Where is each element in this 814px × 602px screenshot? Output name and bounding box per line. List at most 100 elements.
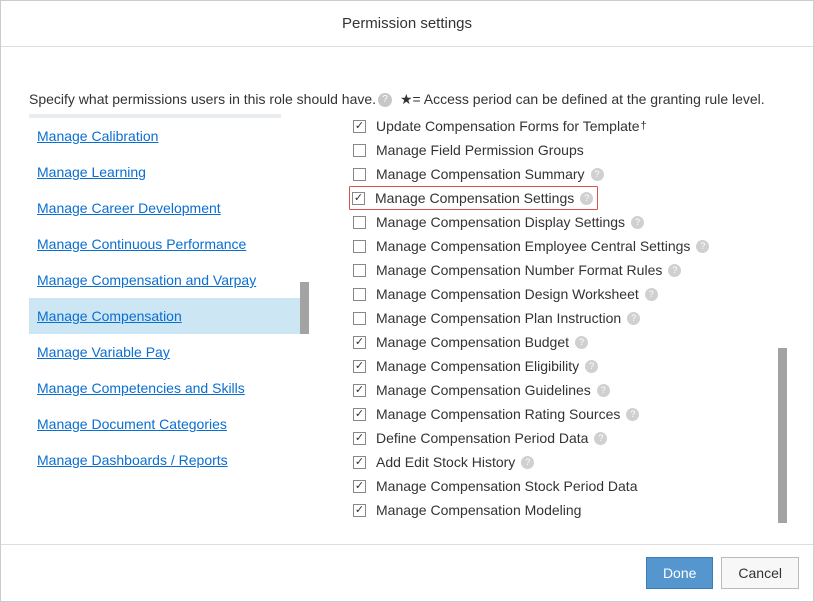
sidebar-item-label: Manage Calibration xyxy=(37,128,158,144)
permission-checkbox[interactable] xyxy=(353,360,366,373)
permission-row: Add Edit Stock History? xyxy=(353,450,787,474)
category-sidebar: Manage Calibration Manage Learning Manage … xyxy=(29,114,309,544)
permission-label: Manage Compensation Stock Period Data xyxy=(376,478,637,494)
permission-row: Manage Field Permission Groups xyxy=(353,138,787,162)
permission-label: Update Compensation Forms for Template xyxy=(376,118,640,134)
sidebar-item[interactable]: Manage Competencies and Skills xyxy=(29,370,309,406)
permission-checkbox[interactable] xyxy=(353,384,366,397)
done-button[interactable]: Done xyxy=(646,557,713,589)
sidebar-item-label: Manage Compensation and Varpay xyxy=(37,272,256,288)
permission-label: Manage Compensation Eligibility xyxy=(376,358,579,374)
sidebar-item-label: Manage Compensation xyxy=(37,308,182,324)
permission-row: Manage Compensation Modeling xyxy=(353,498,787,522)
category-list: Manage Calibration Manage Learning Manage … xyxy=(29,118,309,478)
help-icon[interactable]: ? xyxy=(575,336,588,349)
permission-label: Manage Compensation Budget xyxy=(376,334,569,350)
permission-row: Manage Compensation Plan Instruction? xyxy=(353,306,787,330)
permission-row: Manage Compensation Budget? xyxy=(353,330,787,354)
permission-label: Manage Compensation Rating Sources xyxy=(376,406,620,422)
permission-label: Manage Field Permission Groups xyxy=(376,142,584,158)
permission-row: Update Compensation Forms for Template† xyxy=(353,114,787,138)
permission-checkbox[interactable] xyxy=(353,144,366,157)
dialog-title: Permission settings xyxy=(1,1,813,47)
permissions-scrollbar[interactable] xyxy=(778,348,787,523)
permission-label: Manage Compensation Modeling xyxy=(376,502,581,518)
sidebar-item-label: Manage Document Categories xyxy=(37,416,227,432)
dialog-footer: Done Cancel xyxy=(1,544,813,601)
sidebar-item[interactable]: Manage Compensation and Varpay xyxy=(29,262,309,298)
permission-label: Manage Compensation Employee Central Set… xyxy=(376,238,690,254)
help-icon[interactable]: ? xyxy=(378,93,392,107)
help-icon[interactable]: ? xyxy=(585,360,598,373)
help-icon[interactable]: ? xyxy=(591,168,604,181)
permission-checkbox[interactable] xyxy=(353,168,366,181)
permission-checkbox[interactable] xyxy=(353,480,366,493)
help-icon[interactable]: ? xyxy=(597,384,610,397)
permission-label: Manage Compensation Number Format Rules xyxy=(376,262,662,278)
permission-row: Manage Compensation Number Format Rules? xyxy=(353,258,787,282)
permission-row: Manage Compensation Summary? xyxy=(353,162,787,186)
permission-row: Manage Compensation Eligibility? xyxy=(353,354,787,378)
help-icon[interactable]: ? xyxy=(580,192,593,205)
sidebar-item-label: Manage Career Development xyxy=(37,200,221,216)
permission-settings-dialog: Permission settings Specify what permiss… xyxy=(0,0,814,602)
permission-checkbox[interactable] xyxy=(353,336,366,349)
permission-row: Manage Compensation Design Worksheet? xyxy=(353,282,787,306)
permission-label: Manage Compensation Settings xyxy=(375,190,574,206)
sidebar-item[interactable]: Manage Calibration xyxy=(29,118,309,154)
permission-checkbox[interactable] xyxy=(353,408,366,421)
permission-label: Manage Compensation Guidelines xyxy=(376,382,591,398)
sidebar-item-label: Manage Variable Pay xyxy=(37,344,170,360)
instruction-text: Specify what permissions users in this r… xyxy=(29,91,787,108)
help-icon[interactable]: ? xyxy=(594,432,607,445)
sidebar-item[interactable]: Manage Dashboards / Reports xyxy=(29,442,309,478)
instruction-prefix: Specify what permissions users in this r… xyxy=(29,91,376,107)
permission-checkbox[interactable] xyxy=(353,216,366,229)
instruction-suffix: ★= Access period can be defined at the g… xyxy=(396,91,765,107)
permission-checkbox[interactable] xyxy=(353,432,366,445)
help-icon[interactable]: ? xyxy=(668,264,681,277)
help-icon[interactable]: ? xyxy=(631,216,644,229)
permission-checkbox[interactable] xyxy=(353,312,366,325)
sidebar-item-label: Manage Continuous Performance xyxy=(37,236,246,252)
permission-label: Define Compensation Period Data xyxy=(376,430,588,446)
dagger-icon: † xyxy=(641,120,647,132)
permission-checkbox[interactable] xyxy=(353,240,366,253)
permissions-panel: Update Compensation Forms for Template† M… xyxy=(309,114,787,544)
permission-label: Manage Compensation Summary xyxy=(376,166,585,182)
sidebar-item[interactable]: Manage Career Development xyxy=(29,190,309,226)
help-icon[interactable]: ? xyxy=(626,408,639,421)
sidebar-item[interactable]: Manage Compensation xyxy=(29,298,309,334)
permission-checkbox[interactable] xyxy=(353,264,366,277)
permission-row: Manage Compensation Employee Central Set… xyxy=(353,234,787,258)
sidebar-item[interactable]: Manage Variable Pay xyxy=(29,334,309,370)
sidebar-scrollbar[interactable] xyxy=(300,282,309,334)
help-icon[interactable]: ? xyxy=(696,240,709,253)
sidebar-item[interactable]: Manage Learning xyxy=(29,154,309,190)
permission-row: Manage Compensation Settings? xyxy=(349,186,598,210)
permission-checkbox[interactable] xyxy=(352,192,365,205)
permission-row: Manage Compensation Rating Sources? xyxy=(353,402,787,426)
permission-row: Manage Compensation Guidelines? xyxy=(353,378,787,402)
sidebar-item[interactable]: Manage Continuous Performance xyxy=(29,226,309,262)
permission-row: Manage Compensation Display Settings? xyxy=(353,210,787,234)
help-icon[interactable]: ? xyxy=(645,288,658,301)
permission-label: Add Edit Stock History xyxy=(376,454,515,470)
sidebar-item-label: Manage Dashboards / Reports xyxy=(37,452,228,468)
dialog-body: Specify what permissions users in this r… xyxy=(1,47,813,544)
sidebar-item-label: Manage Competencies and Skills xyxy=(37,380,245,396)
permission-checkbox[interactable] xyxy=(353,456,366,469)
permissions-list: Update Compensation Forms for Template† M… xyxy=(353,114,787,522)
permission-label: Manage Compensation Plan Instruction xyxy=(376,310,621,326)
help-icon[interactable]: ? xyxy=(521,456,534,469)
permission-checkbox[interactable] xyxy=(353,120,366,133)
sidebar-item-label: Manage Learning xyxy=(37,164,146,180)
help-icon[interactable]: ? xyxy=(627,312,640,325)
permission-checkbox[interactable] xyxy=(353,288,366,301)
cancel-button[interactable]: Cancel xyxy=(721,557,799,589)
permission-checkbox[interactable] xyxy=(353,504,366,517)
permission-label: Manage Compensation Design Worksheet xyxy=(376,286,639,302)
permission-row: Manage Compensation Stock Period Data xyxy=(353,474,787,498)
sidebar-item[interactable]: Manage Document Categories xyxy=(29,406,309,442)
permission-label: Manage Compensation Display Settings xyxy=(376,214,625,230)
